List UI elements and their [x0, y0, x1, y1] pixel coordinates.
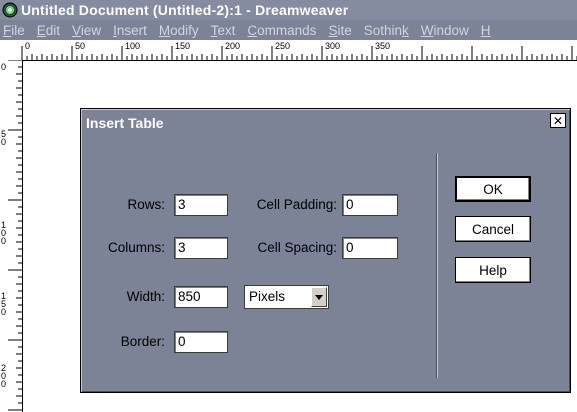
columns-input[interactable]: 3	[174, 237, 228, 259]
horizontal-ruler: 0 50 100 150 200 250 300 350	[0, 40, 577, 61]
cell-spacing-label: Cell Spacing:	[257, 240, 337, 255]
hruler-label: 300	[325, 41, 341, 51]
insert-table-dialog: Insert Table ✕ Rows: 3 Columns: 3 Width:…	[80, 108, 571, 393]
hruler-label: 250	[275, 41, 291, 51]
cell-padding-label: Cell Padding:	[256, 197, 337, 212]
menu-text[interactable]: Text	[211, 23, 236, 38]
close-icon: ✕	[552, 113, 564, 128]
hruler-label: 200	[225, 41, 241, 51]
menu-site[interactable]: Site	[328, 23, 351, 38]
ok-button[interactable]: OK	[455, 176, 531, 202]
border-input[interactable]: 0	[174, 331, 228, 353]
menu-insert[interactable]: Insert	[113, 23, 147, 38]
menu-sothink[interactable]: Sothink	[364, 23, 409, 38]
hruler-label: 100	[125, 41, 141, 51]
menu-window[interactable]: Window	[421, 23, 469, 38]
cell-spacing-input[interactable]: 0	[342, 237, 398, 259]
hruler-label: 50	[75, 41, 86, 51]
vruler-label: 150	[1, 291, 7, 317]
columns-label: Columns:	[107, 240, 165, 255]
vruler-label: 50	[1, 129, 7, 147]
dropdown-arrow-icon[interactable]	[311, 287, 327, 307]
border-label: Border:	[120, 334, 165, 349]
window-title: Untitled Document (Untitled-2):1 - Dream…	[21, 2, 349, 18]
vruler-label: 200	[1, 363, 7, 389]
width-input[interactable]: 850	[174, 286, 228, 308]
menu-commands[interactable]: Commands	[247, 23, 316, 38]
menu-file[interactable]: File	[3, 23, 25, 38]
menu-bar: File Edit View Insert Modify Text Comman…	[0, 20, 577, 40]
close-button[interactable]: ✕	[550, 113, 566, 128]
hruler-label: 350	[375, 41, 391, 51]
dialog-title: Insert Table	[86, 115, 164, 131]
menu-edit[interactable]: Edit	[37, 23, 60, 38]
dreamweaver-app-icon[interactable]	[2, 2, 18, 18]
vertical-ruler: 0 50 100 150 200	[0, 60, 23, 412]
width-unit-select[interactable]: Pixels	[244, 285, 329, 309]
help-button[interactable]: Help	[455, 257, 531, 283]
width-unit-value: Pixels	[249, 289, 286, 304]
cancel-button[interactable]: Cancel	[455, 216, 531, 242]
vruler-label: 0	[1, 62, 7, 72]
rows-input[interactable]: 3	[174, 194, 228, 216]
window-title-bar[interactable]: Untitled Document (Untitled-2):1 - Dream…	[0, 0, 577, 20]
hruler-label: 0	[25, 41, 31, 51]
button-separator	[436, 153, 438, 378]
hruler-label: 150	[175, 41, 191, 51]
menu-help[interactable]: H	[481, 23, 491, 38]
width-label: Width:	[126, 289, 165, 304]
menu-modify[interactable]: Modify	[159, 23, 199, 38]
menu-view[interactable]: View	[72, 23, 101, 38]
vruler-label: 100	[1, 220, 7, 246]
rows-label: Rows:	[127, 197, 165, 212]
cell-padding-input[interactable]: 0	[342, 194, 398, 216]
